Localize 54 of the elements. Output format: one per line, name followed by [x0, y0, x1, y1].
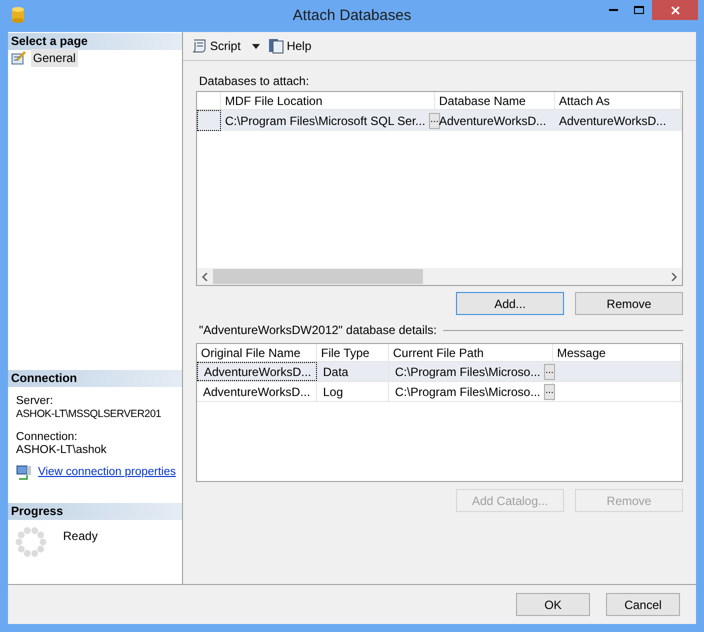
grid-cell-text: C:\Program Files\Microso... — [395, 384, 540, 400]
column-header[interactable]: File Type — [317, 344, 389, 361]
dropdown-arrow-icon — [252, 44, 260, 48]
column-header[interactable]: Attach As — [555, 92, 681, 109]
computer-icon — [16, 465, 32, 480]
scroll-left-icon[interactable] — [202, 272, 208, 280]
browse-button[interactable]: ... — [429, 112, 440, 128]
grid-cell-text: C:\Program Files\Microsoft SQL Ser... — [225, 112, 426, 130]
scrollbar-thumb[interactable] — [213, 269, 423, 284]
dialog-button[interactable]: Remove — [575, 292, 683, 315]
column-header[interactable]: Original File Name — [197, 344, 317, 361]
toolbar-button[interactable]: Help — [268, 37, 312, 55]
section-header: Select a page — [8, 33, 182, 50]
spinner-icon — [15, 526, 47, 558]
section-header: Connection — [8, 370, 182, 387]
horizontal-scrollbar[interactable] — [197, 268, 682, 285]
scroll-right-icon[interactable] — [671, 272, 677, 280]
close-icon — [670, 6, 680, 14]
section-header: Progress — [8, 503, 182, 520]
column-header[interactable]: Database Name — [435, 92, 555, 109]
grid-cell-text: C:\Program Files\Microso... — [395, 364, 540, 380]
browse-button[interactable]: ... — [544, 364, 555, 380]
dialog-button[interactable]: Cancel — [606, 593, 680, 616]
databases-label: Databases to attach: — [198, 73, 310, 88]
page-item[interactable]: General — [31, 49, 78, 67]
toolbar-button[interactable]: Script — [191, 37, 260, 55]
scroll-icon — [191, 39, 207, 53]
close-button[interactable] — [652, 0, 698, 20]
window-title: Attach Databases — [292, 6, 412, 26]
column-header[interactable]: Message — [553, 344, 681, 361]
dialog-button[interactable]: Add... — [456, 292, 564, 315]
connection-properties-link[interactable]: View connection properties — [38, 466, 176, 479]
server-label: Server: — [16, 395, 54, 408]
grid-cell-text: Data — [323, 364, 350, 380]
browse-button[interactable]: ... — [544, 384, 555, 400]
server-value: ASHOK-LT\MSSQLSERVER201 — [16, 408, 162, 421]
grid-cell-text: AdventureWorksD... — [203, 384, 310, 400]
grid-row[interactable]: C:\Program Files\Microsoft SQL Ser... ...AdventureWorksD... AdventureWorksD... — [197, 110, 682, 131]
connection-label: Connection: — [16, 431, 78, 444]
progress-status: Ready — [63, 528, 98, 545]
details-label: "AdventureWorksDW2012" database details: — [198, 322, 437, 339]
grid-cell-text: Log — [323, 384, 344, 400]
column-header[interactable]: MDF File Location — [221, 92, 435, 109]
column-header[interactable]: Current File Path — [389, 344, 553, 361]
grid-row[interactable]: AdventureWorksD... Log C:\Program Files\Microso... ... — [197, 382, 682, 402]
grid-row[interactable]: AdventureWorksD... Data C:\Program Files\Microso... ... — [197, 362, 682, 382]
book-icon — [268, 38, 284, 54]
connection-value: ASHOK-LT\ashok — [16, 444, 107, 457]
dialog-button[interactable]: OK — [516, 593, 590, 616]
grid-cell-text: AdventureWorksD... — [204, 364, 312, 380]
page-icon — [11, 51, 27, 65]
grid-cell-text: AdventureWorksD... — [439, 112, 548, 130]
database-icon — [12, 7, 24, 23]
grid-cell-text: AdventureWorksD... — [559, 112, 668, 130]
